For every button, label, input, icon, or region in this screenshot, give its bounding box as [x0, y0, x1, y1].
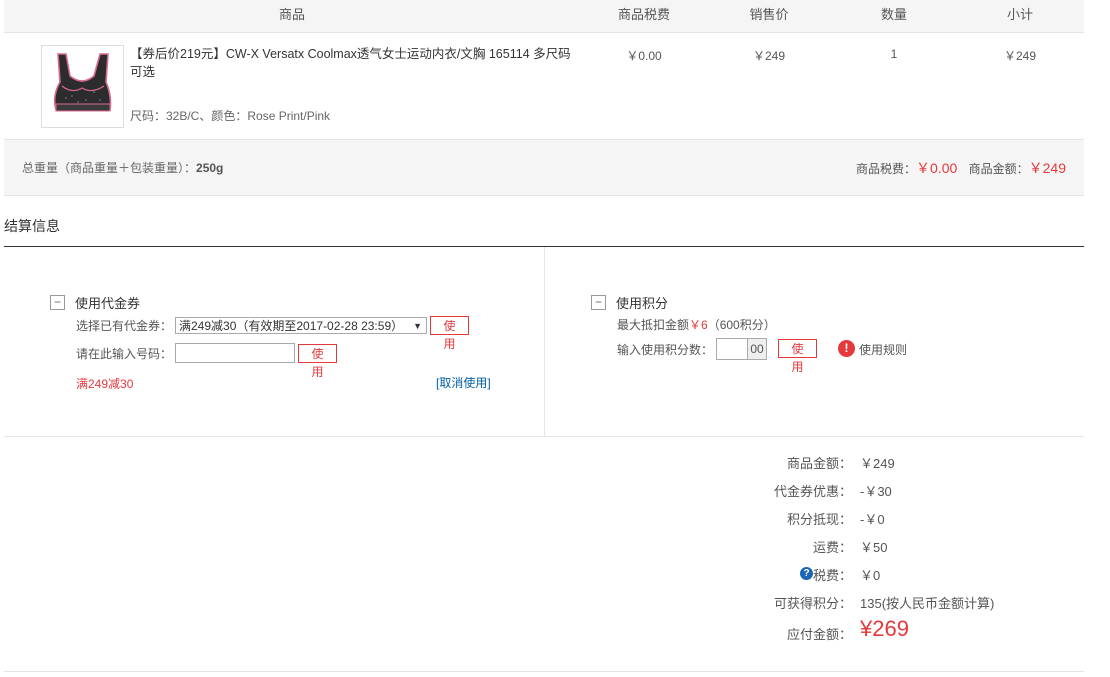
- header-qty: 数量: [880, 7, 907, 22]
- points-input-label: 输入使用积分数：: [617, 343, 714, 357]
- product-thumbnail[interactable]: [41, 45, 124, 128]
- header-subtotal: 小计: [1006, 7, 1033, 22]
- points-panel: − 使用积分 最大抵扣金额￥6（600积分） 输入使用积分数： 00 使用 ! …: [545, 247, 1084, 437]
- coupon-code-input[interactable]: [175, 343, 295, 363]
- points-max-points: （600积分）: [707, 318, 776, 332]
- coupon-cancel-link[interactable]: [取消使用]: [436, 374, 491, 391]
- totals-tax-value: ￥0: [860, 568, 881, 583]
- coupon-select-value: 满249减30（有效期至2017-02-28 23:59）: [179, 319, 404, 333]
- coupon-collapse-toggle[interactable]: −: [50, 295, 65, 310]
- totals-goods-label: 商品金额：: [786, 456, 852, 471]
- totals-shipping-label: 运费：: [812, 540, 852, 555]
- points-collapse-toggle[interactable]: −: [591, 295, 606, 310]
- coupon-applied-text: 满249减30: [76, 377, 134, 391]
- coupon-select-label: 选择已有代金券：: [76, 319, 173, 333]
- totals-coupon-label: 代金券优惠：: [773, 484, 852, 499]
- product-title[interactable]: 【券后价219元】CW-X Versatx Coolmax透气女士运动内衣/文胸…: [130, 45, 580, 81]
- points-input-suffix: 00: [747, 338, 767, 360]
- total-weight-label: 总重量（商品重量＋包装重量）：: [22, 161, 197, 175]
- totals-coupon-value: -￥30: [860, 484, 892, 499]
- totals-pay-label: 应付金额：: [786, 627, 852, 642]
- summary-tax-value: ￥0.00: [916, 160, 958, 176]
- total-weight-value: 250g: [196, 161, 224, 175]
- header-product: 商品: [278, 7, 305, 22]
- help-icon[interactable]: ?: [800, 567, 813, 580]
- coupon-code-use-button[interactable]: 使用: [298, 344, 337, 379]
- points-max-value: ￥6: [689, 318, 708, 332]
- product-row: 【券后价219元】CW-X Versatx Coolmax透气女士运动内衣/文胸…: [4, 33, 1084, 140]
- totals-points-value: -￥0: [860, 512, 885, 527]
- totals-tax-label: 税费：: [812, 568, 852, 583]
- product-tax: ￥0.00: [626, 49, 662, 63]
- bottom-divider: [4, 671, 1084, 672]
- product-attributes: 尺码：32B/C、颜色：Rose Print/Pink: [130, 109, 331, 123]
- totals-earn-value: 135(按人民币金额计算): [860, 596, 995, 611]
- points-use-button[interactable]: 使用: [778, 339, 817, 374]
- totals-points-label: 积分抵现：: [786, 512, 852, 527]
- points-max-deduction: 最大抵扣金额￥6（600积分）: [617, 316, 776, 333]
- product-price: ￥249: [752, 49, 786, 63]
- sports-bra-image: [42, 46, 123, 127]
- header-price: 销售价: [749, 7, 789, 22]
- totals-pay-value: ¥269: [860, 616, 909, 641]
- points-heading: 使用积分: [616, 296, 669, 311]
- alert-icon[interactable]: !: [838, 340, 855, 357]
- coupon-heading: 使用代金券: [75, 296, 141, 311]
- cart-table-header: 商品 商品税费 销售价 数量 小计: [4, 0, 1084, 33]
- product-qty: 1: [890, 47, 898, 61]
- totals-earn-label: 可获得积分：: [773, 596, 852, 611]
- summary-amount-value: ￥249: [1028, 160, 1066, 176]
- header-tax: 商品税费: [617, 7, 670, 22]
- coupon-select[interactable]: 满249减30（有效期至2017-02-28 23:59） ▼: [175, 317, 427, 334]
- summary-amount-label: 商品金额：: [968, 162, 1029, 176]
- coupon-use-button[interactable]: 使用: [430, 316, 469, 351]
- totals-shipping-value: ￥50: [860, 540, 888, 555]
- coupon-code-label: 请在此输入号码：: [76, 347, 173, 361]
- cart-summary-amounts: 商品税费：￥0.00 商品金额：￥249: [856, 158, 1066, 178]
- points-input[interactable]: [716, 338, 748, 360]
- cart-summary-row: 总重量（商品重量＋包装重量）：250g 商品税费：￥0.00 商品金额：￥249: [4, 140, 1084, 196]
- chevron-down-icon: ▼: [413, 321, 422, 331]
- total-weight: 总重量（商品重量＋包装重量）：250g: [22, 159, 223, 176]
- product-subtotal: ￥249: [1003, 49, 1037, 63]
- points-rules-link[interactable]: 使用规则: [859, 341, 907, 358]
- summary-tax-label: 商品税费：: [856, 162, 917, 176]
- settlement-title: 结算信息: [4, 218, 60, 234]
- points-max-label: 最大抵扣金额: [617, 318, 690, 332]
- totals-goods-value: ￥249: [860, 456, 895, 471]
- coupon-panel: − 使用代金券 选择已有代金券： 满249减30（有效期至2017-02-28 …: [4, 247, 545, 437]
